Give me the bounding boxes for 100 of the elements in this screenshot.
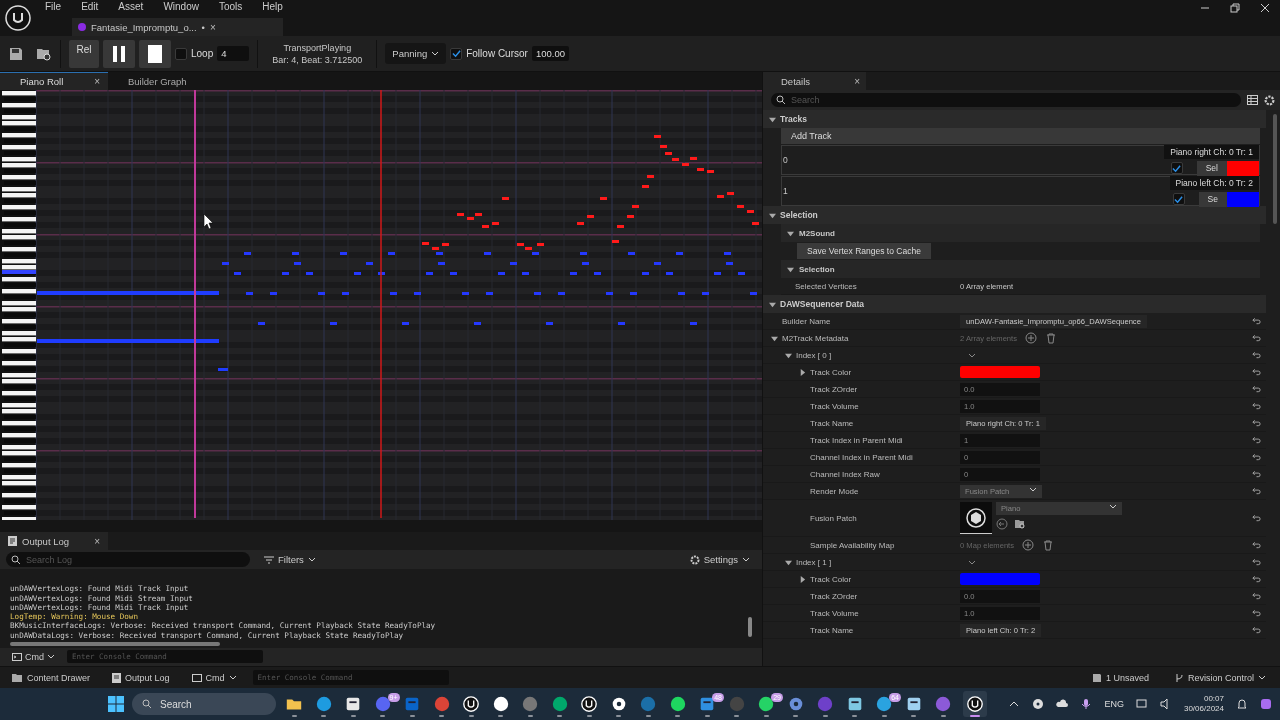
- collapsed-arrow-icon[interactable]: [799, 575, 806, 583]
- search-field[interactable]: Search: [771, 93, 1241, 107]
- cmd-dropdown[interactable]: Cmd: [185, 671, 243, 684]
- rel-button[interactable]: Rel: [69, 39, 99, 68]
- reset-arrow-icon[interactable]: [1252, 470, 1261, 478]
- reset-arrow-icon[interactable]: [1252, 592, 1261, 600]
- reset-arrow-icon[interactable]: [1252, 575, 1261, 583]
- piano-roll-drawing[interactable]: [0, 90, 762, 520]
- restore-icon[interactable]: [1230, 3, 1240, 13]
- menu-item[interactable]: Tools: [218, 1, 243, 16]
- unsaved-button[interactable]: 1 Unsaved: [1085, 671, 1155, 684]
- reset-arrow-icon[interactable]: [1252, 558, 1261, 566]
- panel-tab[interactable]: Builder Graph: [108, 72, 216, 90]
- cloud-icon[interactable]: [1056, 698, 1069, 710]
- collapsed-arrow-icon[interactable]: [799, 368, 806, 376]
- color-swatch[interactable]: [1227, 191, 1259, 207]
- reset-arrow-icon[interactable]: [1252, 453, 1261, 461]
- details-tab[interactable]: Details ×: [763, 72, 866, 90]
- expand-arrow-icon[interactable]: [787, 229, 794, 237]
- menu-item[interactable]: Help: [262, 1, 283, 16]
- menu-item[interactable]: Edit: [81, 1, 99, 16]
- reset-arrow-icon[interactable]: [1252, 385, 1261, 393]
- chevron-down-icon[interactable]: [47, 653, 55, 660]
- trash-icon[interactable]: [1042, 539, 1055, 551]
- search-field[interactable]: Search Log: [6, 552, 250, 567]
- mode-dropdown[interactable]: Panning: [385, 43, 447, 64]
- table-view-icon[interactable]: [1247, 95, 1258, 105]
- expand-arrow-icon[interactable]: [769, 300, 776, 308]
- color-swatch[interactable]: [960, 366, 1040, 378]
- category-header[interactable]: DAWSequencer Data: [780, 299, 865, 309]
- asset-thumbnail[interactable]: [960, 502, 992, 534]
- revision-control-button[interactable]: Revision Control: [1168, 671, 1272, 684]
- chevron-down-icon[interactable]: [431, 50, 440, 57]
- reset-arrow-icon[interactable]: [1252, 419, 1261, 427]
- document-tab[interactable]: Fantasie_Impromptu_o... • ×: [72, 18, 283, 36]
- checkbox[interactable]: [1170, 162, 1183, 174]
- language-indicator[interactable]: ENG: [1104, 699, 1124, 709]
- chevron-down-icon[interactable]: [1029, 486, 1037, 493]
- reset-arrow-icon[interactable]: [1252, 626, 1261, 634]
- chevron-down-icon[interactable]: [1258, 674, 1266, 681]
- clock-date[interactable]: 30/06/2024: [1183, 704, 1224, 714]
- output-log-tab[interactable]: Output Log ×: [0, 532, 108, 550]
- category-header[interactable]: Tracks: [780, 114, 807, 124]
- expand-arrow-icon[interactable]: [769, 211, 776, 219]
- stop-button[interactable]: [139, 39, 171, 68]
- expand-arrow-icon[interactable]: [771, 334, 778, 342]
- chevron-down-icon[interactable]: [228, 674, 237, 681]
- select-button[interactable]: Se: [1198, 191, 1227, 207]
- checkbox[interactable]: [450, 47, 463, 60]
- monitor-icon[interactable]: [1135, 698, 1148, 710]
- menu-item[interactable]: File: [45, 1, 62, 16]
- pause-button[interactable]: [103, 39, 135, 68]
- loop-count-field[interactable]: 4: [217, 46, 250, 61]
- reset-arrow-icon[interactable]: [1252, 368, 1261, 376]
- chevron-down-icon[interactable]: [307, 556, 316, 563]
- browse-folder-icon[interactable]: [1014, 518, 1026, 530]
- reset-arrow-icon[interactable]: [1252, 541, 1261, 549]
- reset-arrow-icon[interactable]: [1252, 514, 1261, 522]
- reset-arrow-icon[interactable]: [1252, 487, 1261, 495]
- track-row[interactable]: 1 Piano left Ch: 0 Tr: 2 Se: [781, 176, 1260, 206]
- group-header[interactable]: Selection: [799, 264, 835, 274]
- settings-icon[interactable]: [1264, 94, 1275, 106]
- expand-arrow-icon[interactable]: [769, 115, 776, 123]
- follow-cursor-field[interactable]: 100.00: [531, 46, 569, 61]
- panel-tab[interactable]: Piano Roll ×: [0, 72, 108, 90]
- add-icon[interactable]: [1022, 539, 1035, 551]
- reset-arrow-icon[interactable]: [1252, 609, 1261, 617]
- save-vertex-ranges-button[interactable]: Save Vertex Ranges to Cache: [797, 243, 931, 259]
- expand-arrow-icon[interactable]: [785, 351, 792, 359]
- close-icon[interactable]: [1260, 3, 1270, 13]
- chevron-down-icon[interactable]: [1109, 504, 1117, 510]
- checkbox[interactable]: [175, 47, 187, 60]
- group-header[interactable]: M2Sound: [799, 228, 835, 238]
- menu-item[interactable]: Asset: [118, 1, 144, 16]
- add-icon[interactable]: [1025, 332, 1037, 344]
- clock-time[interactable]: 00:07: [1203, 694, 1224, 704]
- taskbar-search[interactable]: Search: [132, 693, 276, 715]
- menu-item[interactable]: Window: [163, 1, 199, 16]
- add-track-button[interactable]: Add Track: [781, 128, 1260, 144]
- filters-button[interactable]: Filters: [258, 553, 322, 566]
- chevron-down-icon[interactable]: [742, 556, 750, 563]
- reset-arrow-icon[interactable]: [1252, 402, 1261, 410]
- color-swatch[interactable]: [1227, 160, 1259, 176]
- emblem-icon[interactable]: [962, 691, 987, 717]
- cmd-dropdown[interactable]: Cmd: [6, 650, 61, 663]
- checkbox[interactable]: [1172, 193, 1185, 205]
- track-row[interactable]: 0 Piano right Ch: 0 Tr: 1 Sel: [781, 145, 1260, 175]
- color-swatch[interactable]: [960, 573, 1040, 585]
- output-log-button[interactable]: Output Log: [106, 671, 176, 684]
- reset-arrow-icon[interactable]: [1252, 317, 1261, 325]
- reset-arrow-icon[interactable]: [1252, 351, 1261, 359]
- select-button[interactable]: Sel: [1196, 160, 1227, 176]
- trash-icon[interactable]: [1045, 332, 1057, 344]
- expand-arrow-icon[interactable]: [785, 558, 792, 566]
- bell-icon[interactable]: [1236, 698, 1248, 710]
- start-icon[interactable]: [108, 696, 124, 712]
- reset-arrow-icon[interactable]: [1252, 334, 1261, 342]
- expand-arrow-icon[interactable]: [787, 265, 794, 273]
- category-header[interactable]: Selection: [780, 210, 818, 220]
- use-selected-icon[interactable]: [996, 518, 1008, 530]
